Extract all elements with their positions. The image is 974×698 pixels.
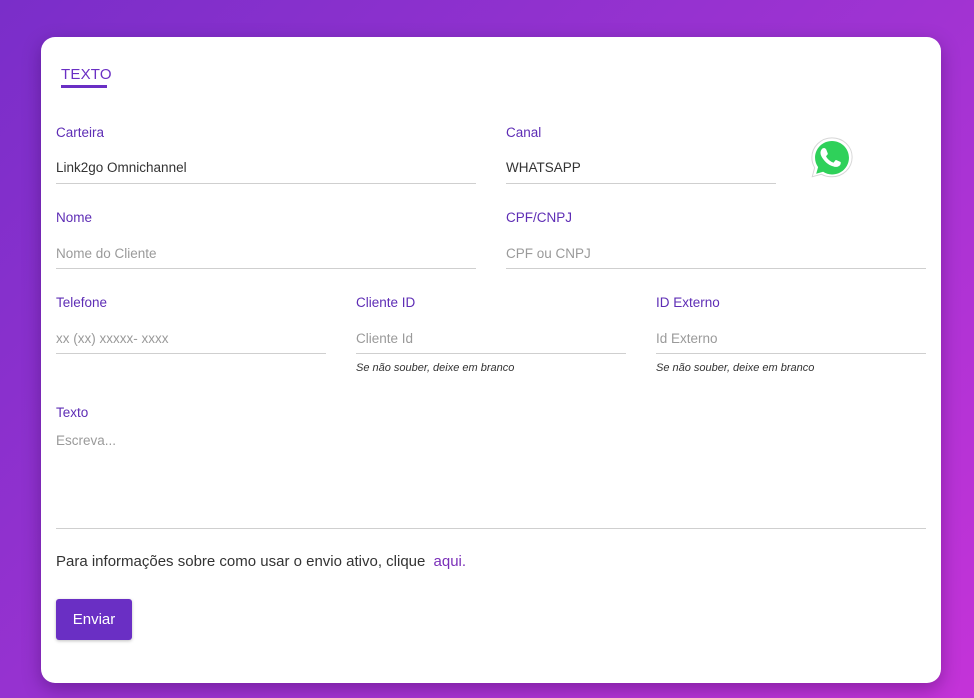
- carteira-label: Carteira: [56, 125, 105, 140]
- info-link[interactable]: aqui.: [434, 553, 467, 570]
- tab-texto[interactable]: TEXTO: [61, 66, 112, 83]
- carteira-underline: [56, 183, 476, 184]
- cliente-id-underline: [356, 353, 626, 354]
- telefone-label: Telefone: [56, 295, 108, 310]
- info-text: Para informações sobre como usar o envio…: [56, 553, 466, 570]
- telefone-input[interactable]: [56, 325, 326, 351]
- id-externo-input[interactable]: [656, 325, 926, 351]
- nome-input[interactable]: [56, 240, 476, 266]
- telefone-underline: [56, 353, 326, 354]
- cliente-id-input[interactable]: [356, 325, 626, 351]
- texto-textarea[interactable]: [56, 433, 926, 513]
- nome-label: Nome: [56, 210, 93, 225]
- canal-label: Canal: [506, 125, 542, 140]
- texto-label: Texto: [56, 405, 89, 420]
- canal-underline: [506, 183, 776, 184]
- form-card: TEXTO Carteira Link2go Omnichannel Canal…: [41, 37, 941, 683]
- cpf-label: CPF/CNPJ: [506, 210, 573, 225]
- canal-value: WHATSAPP: [506, 160, 581, 175]
- enviar-button[interactable]: Enviar: [56, 599, 132, 640]
- cliente-id-hint: Se não souber, deixe em branco: [356, 362, 515, 374]
- nome-underline: [56, 268, 476, 269]
- active-tab-indicator: [61, 85, 107, 88]
- id-externo-label: ID Externo: [656, 295, 720, 310]
- info-message: Para informações sobre como usar o envio…: [56, 553, 426, 570]
- texto-field: Texto: [56, 405, 926, 529]
- cpf-underline: [506, 268, 926, 269]
- texto-underline: [56, 528, 926, 529]
- id-externo-hint: Se não souber, deixe em branco: [656, 362, 815, 374]
- cpf-input[interactable]: [506, 240, 926, 266]
- cliente-id-label: Cliente ID: [356, 295, 416, 310]
- id-externo-underline: [656, 353, 926, 354]
- carteira-value: Link2go Omnichannel: [56, 160, 187, 175]
- whatsapp-icon: [811, 137, 853, 178]
